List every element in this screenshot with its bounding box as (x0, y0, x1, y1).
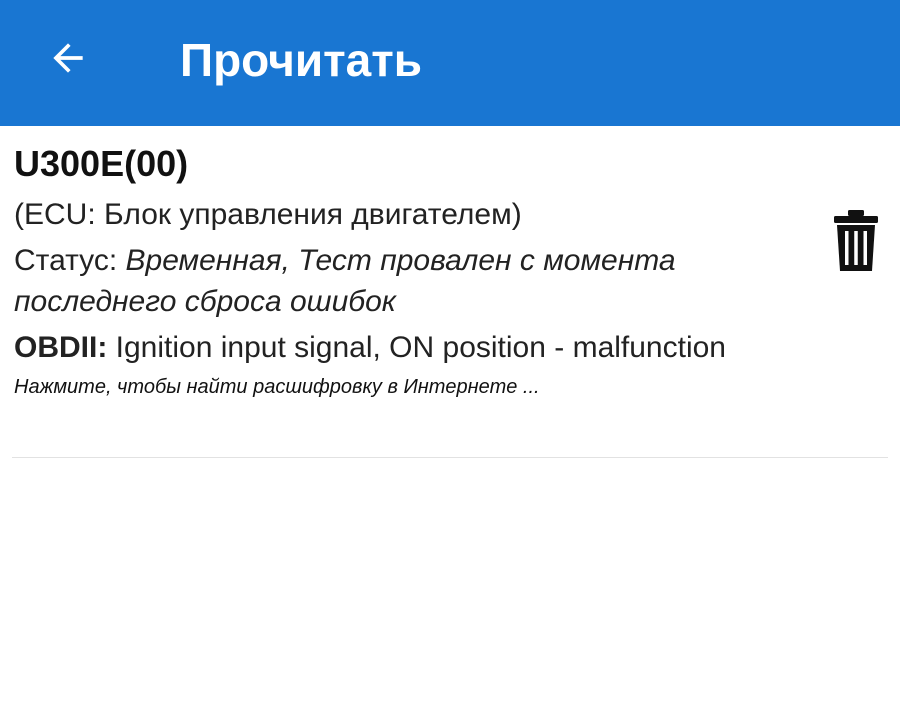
dtc-code: U300E(00) (14, 143, 189, 184)
delete-button[interactable] (826, 206, 886, 276)
dtc-details: U300E(00) (ECU: Блок управления двигател… (14, 140, 804, 401)
list-divider (12, 457, 888, 458)
dtc-ecu: (ECU: Блок управления двигателем) (14, 198, 522, 231)
dtc-obdii-label: OBDII: (14, 331, 108, 364)
dtc-obdii-value: Ignition input signal, ON position - mal… (107, 331, 726, 364)
dtc-list-item[interactable]: U300E(00) (ECU: Блок управления двигател… (0, 126, 900, 460)
app-bar: Прочитать (0, 0, 900, 126)
trash-icon (834, 210, 878, 271)
dtc-status: Статус: Временная, Тест провален с момен… (14, 240, 804, 322)
arrow-left-icon (53, 43, 83, 73)
dtc-obdii: OBDII: Ignition input signal, ON positio… (14, 327, 804, 368)
back-button[interactable] (36, 26, 100, 90)
search-online-hint[interactable]: Нажмите, чтобы найти расшифровку в Интер… (14, 373, 804, 401)
page-title: Прочитать (180, 34, 423, 86)
dtc-status-label: Статус: (14, 244, 126, 277)
